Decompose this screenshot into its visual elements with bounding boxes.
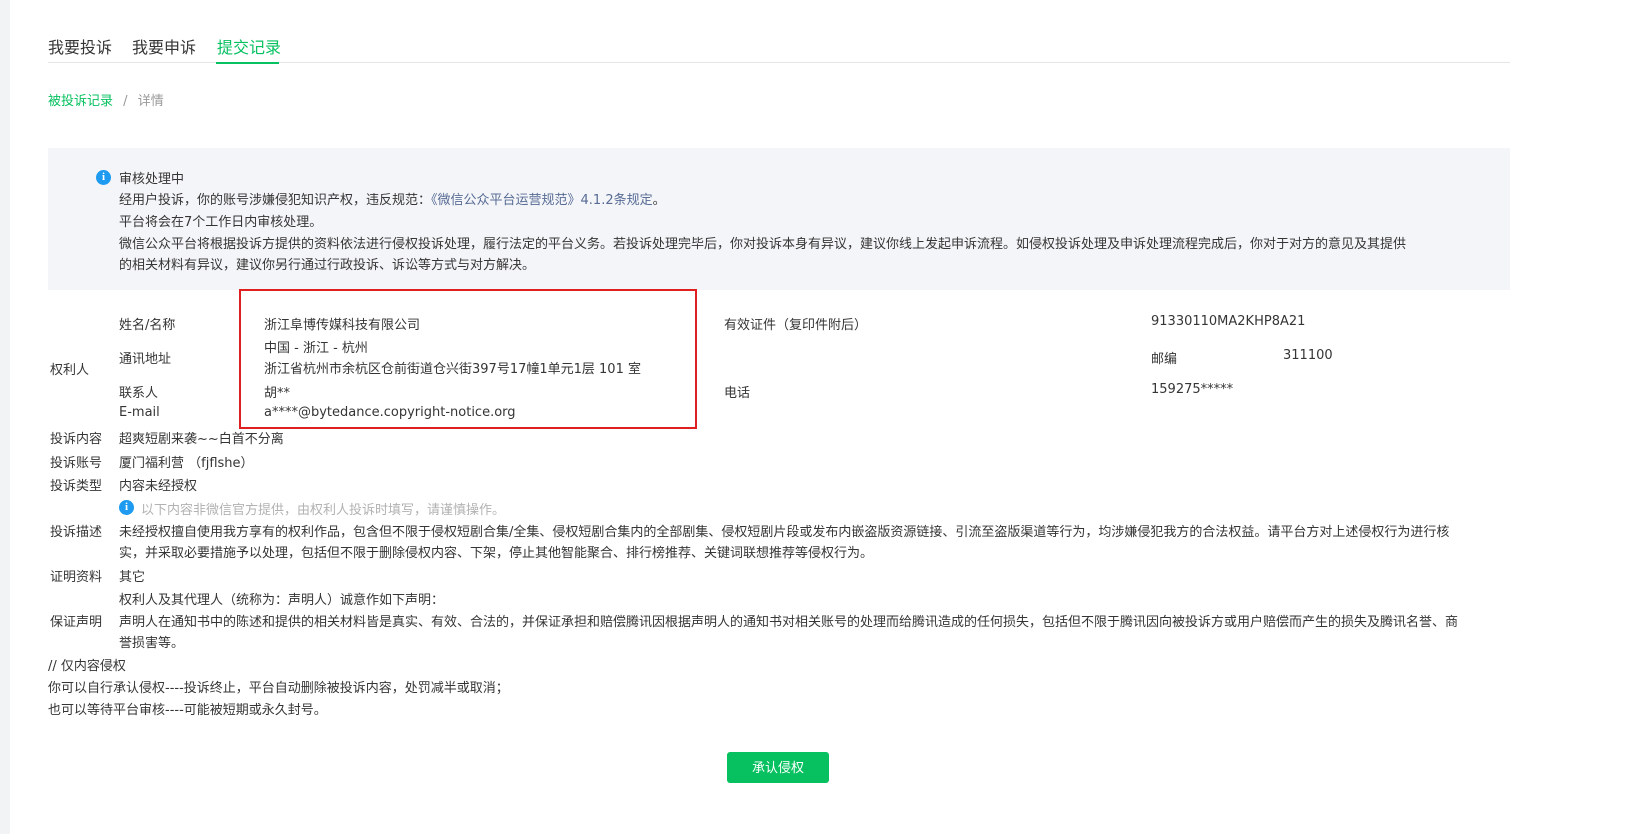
- description-line-2: 实，并采取必要措施予以处理，包括但不限于删除侵权内容、下架，停止其他智能聚合、排…: [119, 546, 874, 561]
- proof-label: 证明资料: [50, 570, 103, 585]
- cert-label: 有效证件（复印件附后）: [724, 318, 868, 333]
- footnote-option-1: 你可以自行承认侵权----投诉终止，平台自动删除被投诉内容，处罚减半或取消；: [48, 681, 509, 696]
- notice-policy-line: 微信公众平台将根据投诉方提供的资料依法进行侵权投诉处理，履行法定的平台义务。若投…: [119, 237, 1407, 252]
- contact-label: 联系人: [119, 386, 159, 401]
- account-value: 厦门福利营 （fjflshe）: [119, 456, 254, 471]
- hint-info-icon: i: [119, 500, 134, 515]
- cert-value: 91330110MA2KHP8A21: [1151, 314, 1306, 329]
- rights-holder-label: 权利人: [50, 363, 90, 378]
- zip-label: 邮编: [1151, 352, 1178, 367]
- breadcrumb: 被投诉记录 / 详情: [48, 90, 164, 109]
- breadcrumb-current: 详情: [137, 94, 164, 109]
- regulation-link[interactable]: 《微信公众平台运营规范》4.1.2条规定: [431, 193, 653, 208]
- phone-label: 电话: [724, 386, 751, 401]
- content-label: 投诉内容: [50, 432, 103, 447]
- guarantee-label: 保证声明: [50, 615, 103, 630]
- breadcrumb-parent-link[interactable]: 被投诉记录: [48, 94, 113, 109]
- acknowledge-infringement-button[interactable]: 承认侵权: [727, 752, 829, 783]
- guarantee-line-2: 声明人在通知书中的陈述和提供的相关材料皆是真实、有效、合法的，并保证承担和赔偿腾…: [119, 615, 1459, 630]
- notice-title: 审核处理中: [119, 172, 185, 187]
- description-label: 投诉描述: [50, 525, 103, 540]
- type-value: 内容未经授权: [119, 479, 198, 494]
- tab-appeal[interactable]: 我要申诉: [132, 34, 196, 58]
- proof-value: 其它: [119, 570, 146, 585]
- notice-violation-suffix: 。: [652, 193, 666, 208]
- guarantee-line-3: 誉损害等。: [119, 636, 185, 651]
- highlight-box: [239, 289, 697, 429]
- type-label: 投诉类型: [50, 479, 103, 494]
- status-notice: i 审核处理中 经用户投诉，你的账号涉嫌侵犯知识产权，违反规范：《微信公众平台运…: [48, 148, 1510, 290]
- email-label: E-mail: [119, 405, 160, 420]
- footnote-title: // 仅内容侵权: [48, 659, 126, 674]
- description-line-1: 未经授权擅自使用我方享有的权利作品，包含但不限于侵权短剧合集/全集、侵权短剧合集…: [119, 525, 1450, 540]
- notice-policy-line-2: 的相关材料有异议，建议你另行通过行政投诉、诉讼等方式与对方解决。: [119, 258, 536, 273]
- address-label: 通讯地址: [119, 352, 172, 367]
- guarantee-line-1: 权利人及其代理人（统称为：声明人）诚意作如下声明：: [119, 593, 445, 608]
- info-icon: i: [96, 170, 111, 185]
- tab-records[interactable]: 提交记录: [217, 34, 281, 58]
- account-label: 投诉账号: [50, 456, 103, 471]
- notice-review-line: 平台将会在7个工作日内审核处理。: [119, 215, 323, 230]
- name-label: 姓名/名称: [119, 318, 176, 333]
- notice-violation-text: 经用户投诉，你的账号涉嫌侵犯知识产权，违反规范：: [119, 193, 432, 208]
- tab-complain[interactable]: 我要投诉: [48, 34, 112, 58]
- breadcrumb-separator: /: [123, 94, 128, 109]
- phone-value: 159275*****: [1151, 382, 1234, 397]
- active-tab-indicator: [216, 62, 279, 64]
- third-party-hint: 以下内容非微信官方提供，由权利人投诉时填写，请谨慎操作。: [141, 503, 506, 518]
- zip-value: 311100: [1283, 348, 1333, 363]
- footnote-option-2: 也可以等待平台审核----可能被短期或永久封号。: [48, 703, 327, 718]
- notice-violation-line: 经用户投诉，你的账号涉嫌侵犯知识产权，违反规范：《微信公众平台运营规范》4.1.…: [119, 189, 666, 208]
- content-value: 超爽短剧来袭~~白首不分离: [119, 432, 284, 447]
